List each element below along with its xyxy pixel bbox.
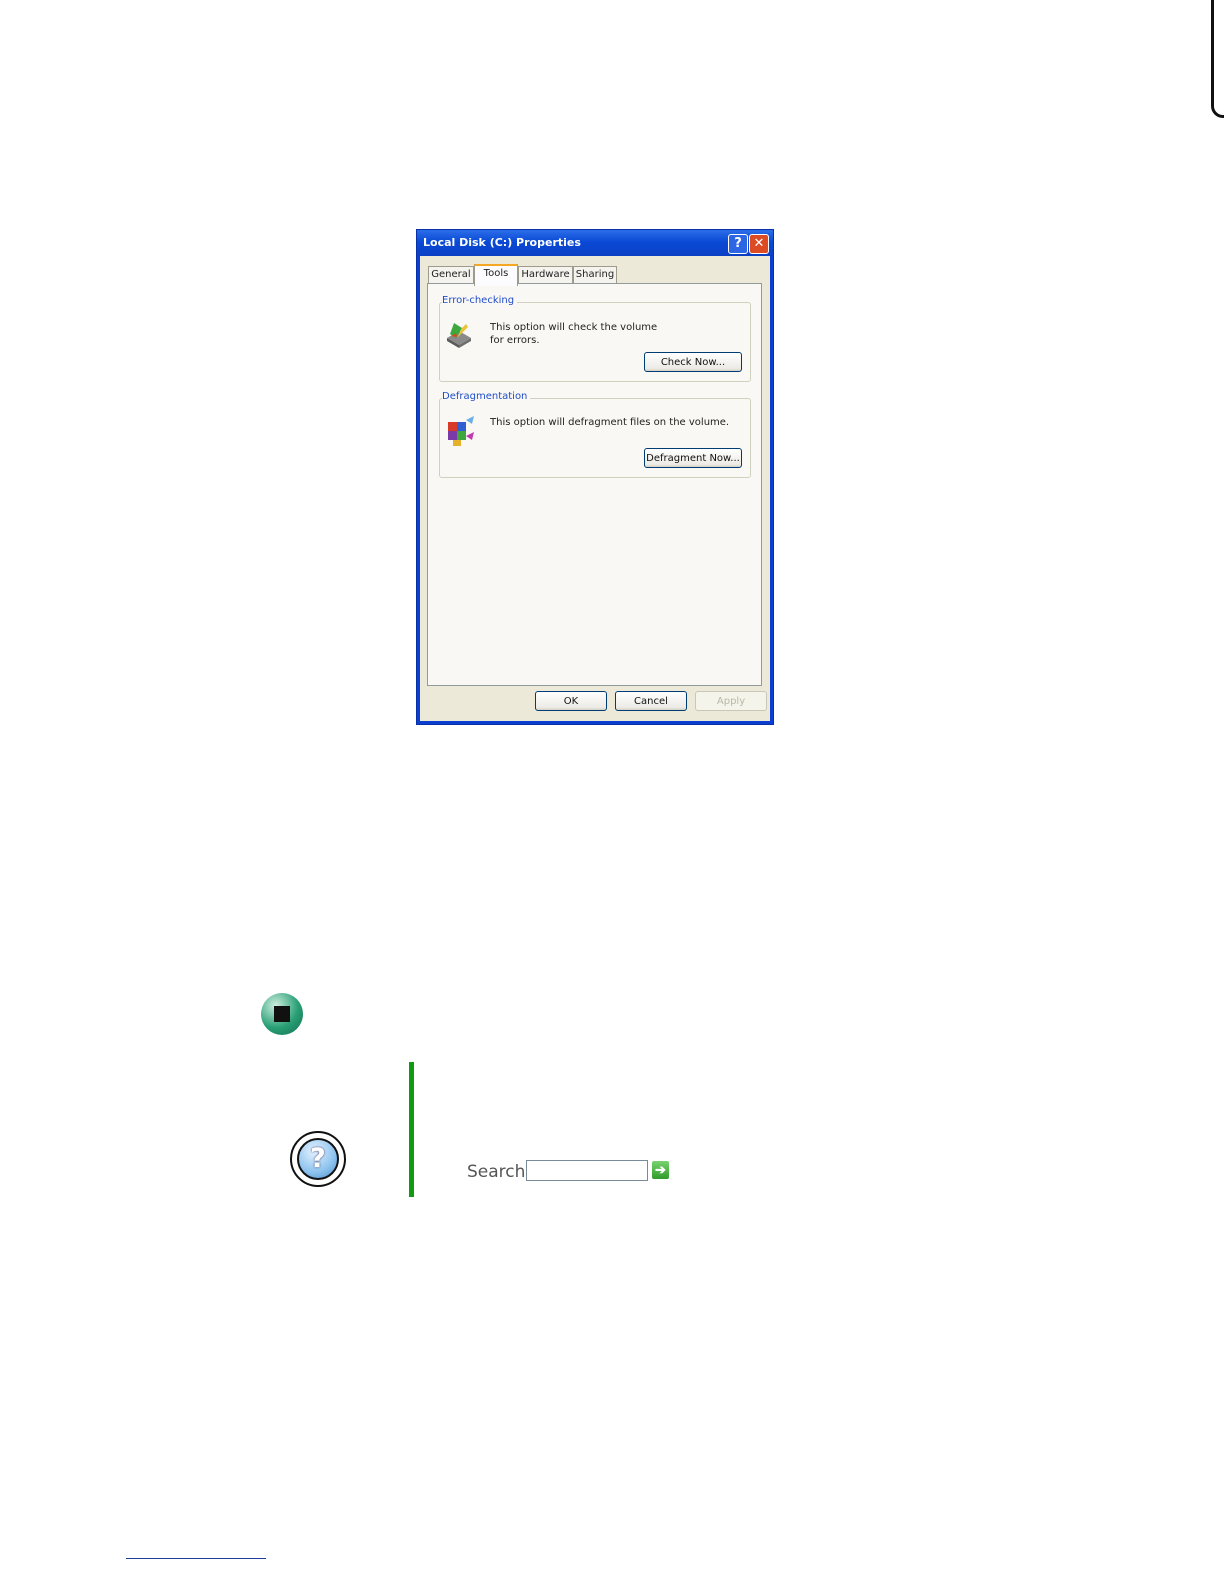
dialog-client: General Tools Hardware Sharing Error-che… (420, 256, 770, 721)
error-check-icon (444, 320, 474, 350)
ok-button[interactable]: OK (535, 691, 607, 711)
error-checking-label: Error-checking (442, 295, 518, 306)
stop-icon (261, 993, 303, 1035)
properties-dialog: Local Disk (C:) Properties ? ✕ General T… (416, 229, 774, 725)
tab-sharing[interactable]: Sharing (573, 266, 617, 283)
defragment-now-button[interactable]: Defragment Now... (644, 448, 742, 468)
tab-general[interactable]: General (428, 266, 474, 283)
defragment-icon (444, 414, 478, 448)
footer-rule (126, 1558, 266, 1559)
defragmentation-description: This option will defragment files on the… (490, 417, 730, 428)
tab-hardware[interactable]: Hardware (518, 266, 573, 283)
cancel-button[interactable]: Cancel (615, 691, 687, 711)
tab-tools[interactable]: Tools (474, 264, 518, 286)
search-label: Search (467, 1162, 526, 1182)
page-edge-tab (1211, 0, 1224, 118)
tools-panel: Error-checking This option will check th… (427, 283, 762, 686)
dialog-title: Local Disk (C:) Properties (423, 236, 581, 249)
apply-button[interactable]: Apply (695, 691, 767, 711)
defragmentation-label: Defragmentation (442, 391, 531, 402)
close-icon[interactable]: ✕ (749, 234, 769, 254)
help-circle-icon: ? (290, 1131, 346, 1187)
check-now-button[interactable]: Check Now... (644, 352, 742, 372)
help-icon[interactable]: ? (728, 234, 748, 254)
title-bar[interactable]: Local Disk (C:) Properties ? ✕ (417, 230, 773, 256)
error-checking-description: This option will check the volume for er… (490, 322, 658, 346)
question-mark-glyph: ? (297, 1138, 339, 1180)
dialog-footer: OK Cancel Apply (420, 681, 770, 721)
tip-bar (409, 1062, 414, 1197)
go-arrow-icon[interactable]: ➔ (652, 1161, 669, 1179)
search-input[interactable] (526, 1160, 648, 1181)
